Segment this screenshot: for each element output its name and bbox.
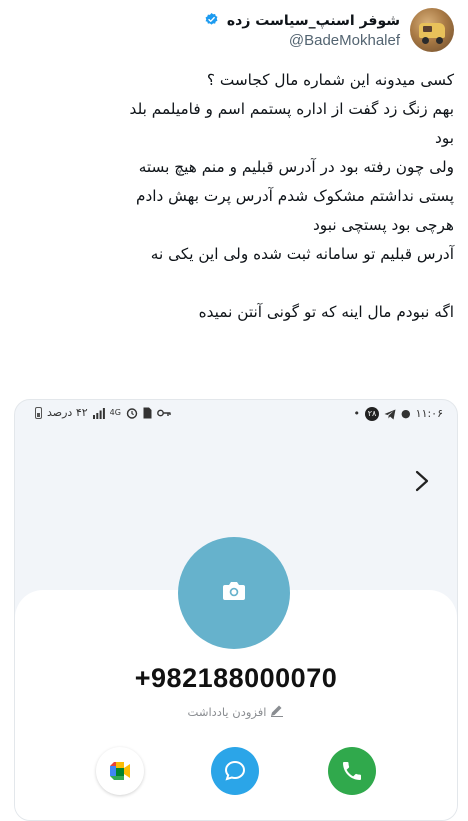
status-bar-right: ۱۱:۰۶ ● ۲۸ • [354,407,443,421]
author-handle[interactable]: @BadeMokhalef [204,32,400,49]
contact-actions [15,747,457,795]
message-button[interactable] [211,747,259,795]
add-note-label: افزودن یادداشت [187,705,267,719]
author-display-name[interactable]: شوفر اسنپ_سیاست زده [227,13,400,29]
author-avatar[interactable] [410,8,454,52]
telegram-icon [384,409,396,419]
contact-photo[interactable] [178,537,290,649]
pencil-icon [271,705,284,717]
signal-icon [92,407,105,419]
battery-icon [35,407,42,419]
tweet-text-blank-line [14,269,454,298]
add-note-button[interactable]: افزودن یادداشت [15,705,457,719]
author-names: شوفر اسنپ_سیاست زده @BadeMokhalef [204,10,400,49]
verified-badge-icon [205,12,218,25]
video-call-button[interactable] [96,747,144,795]
notification-count-badge: ۲۸ [365,407,380,421]
contact-phone-number[interactable]: +982188000070 [15,663,457,694]
tweet-text-line: بهم زنگ زد گفت از اداره پستمم اسم و فامی… [129,100,454,118]
tweet-text-line: آدرس قبلیم تو سامانه ثبت شده ولی این یکی… [150,245,454,263]
status-time: ۱۱:۰۶ [415,407,443,420]
camera-icon [223,582,245,600]
chat-notification-icon: ● [401,407,411,420]
phone-status-bar: ۱۱:۰۶ ● ۲۸ • ۴۲ درصد 4G [15,400,457,428]
tweet-text-line: هرچی بود پستچی نبود [312,216,454,234]
tweet-text-line: ولی چون رفته بود در آدرس قبلیم و منم هیچ… [138,158,454,176]
chat-bubble-icon [224,760,246,781]
sim-card-icon [143,407,152,419]
tweet-header: شوفر اسنپ_سیاست زده @BadeMokhalef [16,8,454,60]
avatar-wheel [436,37,443,44]
tweet-text-line: اگه نبودم مال اینه که تو گونی آنتن نمیده [198,303,454,321]
tweet-text: کسی میدونه این شماره مال کجاست ؟ بهم زنگ… [14,66,454,327]
tweet-text-line: کسی میدونه این شماره مال کجاست ؟ [206,71,454,89]
phone-icon [343,762,361,780]
alarm-icon [126,408,138,419]
network-type: 4G [109,408,121,417]
status-bar-left: ۴۲ درصد 4G [35,407,171,419]
avatar-car-shape [419,23,445,38]
attached-screenshot[interactable]: ۱۱:۰۶ ● ۲۸ • ۴۲ درصد 4G +982188000070 اف… [14,399,458,821]
avatar-wheel [422,37,429,44]
more-notifications-icon: • [353,407,361,420]
chevron-right-icon[interactable] [415,470,429,492]
tweet-text-line: بود [435,129,454,147]
google-meet-icon [110,762,130,780]
tweet-text-line: پستی نداشتم مشکوک شدم آدرس پرت بهش دادم [135,187,454,205]
battery-percent: ۴۲ درصد [47,406,88,419]
key-icon [157,409,171,417]
call-button[interactable] [328,747,376,795]
